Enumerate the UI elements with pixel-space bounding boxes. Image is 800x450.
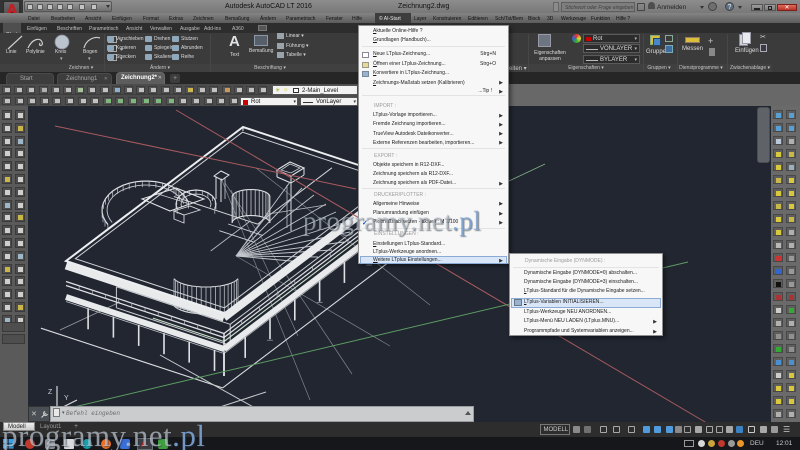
svg-text:Z: Z <box>48 389 53 396</box>
svg-text:Y: Y <box>64 395 69 402</box>
